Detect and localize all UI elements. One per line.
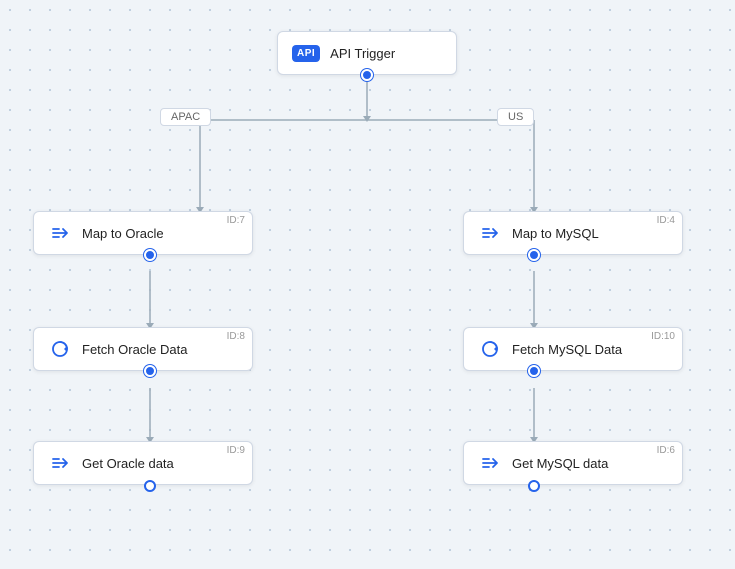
get-mysql-bottom-dot [528, 480, 540, 492]
map-oracle-node[interactable]: Map to Oracle ID:7 [33, 211, 253, 255]
map-oracle-bottom-dot [144, 249, 156, 261]
fetch-mysql-node[interactable]: Fetch MySQL Data ID:10 [463, 327, 683, 371]
map-mysql-bottom-dot [528, 249, 540, 261]
apac-branch-label: APAC [160, 108, 211, 126]
map-mysql-label: Map to MySQL [512, 226, 599, 241]
api-icon: API [292, 45, 320, 62]
map-mysql-icon [478, 221, 502, 245]
fetch-mysql-bottom-dot [528, 365, 540, 377]
get-oracle-bottom-dot [144, 480, 156, 492]
fetch-mysql-icon [478, 337, 502, 361]
fetch-oracle-id: ID:8 [227, 331, 245, 342]
fetch-mysql-label: Fetch MySQL Data [512, 342, 622, 357]
fetch-oracle-icon [48, 337, 72, 361]
us-branch-label: US [497, 108, 534, 126]
flow-canvas: API API Trigger APAC US Map to Oracle ID… [0, 0, 735, 569]
trigger-bottom-dot [361, 69, 373, 81]
get-mysql-node[interactable]: Get MySQL data ID:6 [463, 441, 683, 485]
fetch-oracle-label: Fetch Oracle Data [82, 342, 188, 357]
get-oracle-node[interactable]: Get Oracle data ID:9 [33, 441, 253, 485]
map-oracle-label: Map to Oracle [82, 226, 164, 241]
map-mysql-id: ID:4 [657, 215, 675, 226]
get-mysql-id: ID:6 [657, 445, 675, 456]
map-mysql-node[interactable]: Map to MySQL ID:4 [463, 211, 683, 255]
get-mysql-icon [478, 451, 502, 475]
trigger-label: API Trigger [330, 46, 395, 61]
map-oracle-id: ID:7 [227, 215, 245, 226]
get-oracle-id: ID:9 [227, 445, 245, 456]
get-oracle-icon [48, 451, 72, 475]
fetch-oracle-bottom-dot [144, 365, 156, 377]
fetch-mysql-id: ID:10 [651, 331, 675, 342]
map-oracle-icon [48, 221, 72, 245]
get-mysql-label: Get MySQL data [512, 456, 608, 471]
fetch-oracle-node[interactable]: Fetch Oracle Data ID:8 [33, 327, 253, 371]
get-oracle-label: Get Oracle data [82, 456, 174, 471]
